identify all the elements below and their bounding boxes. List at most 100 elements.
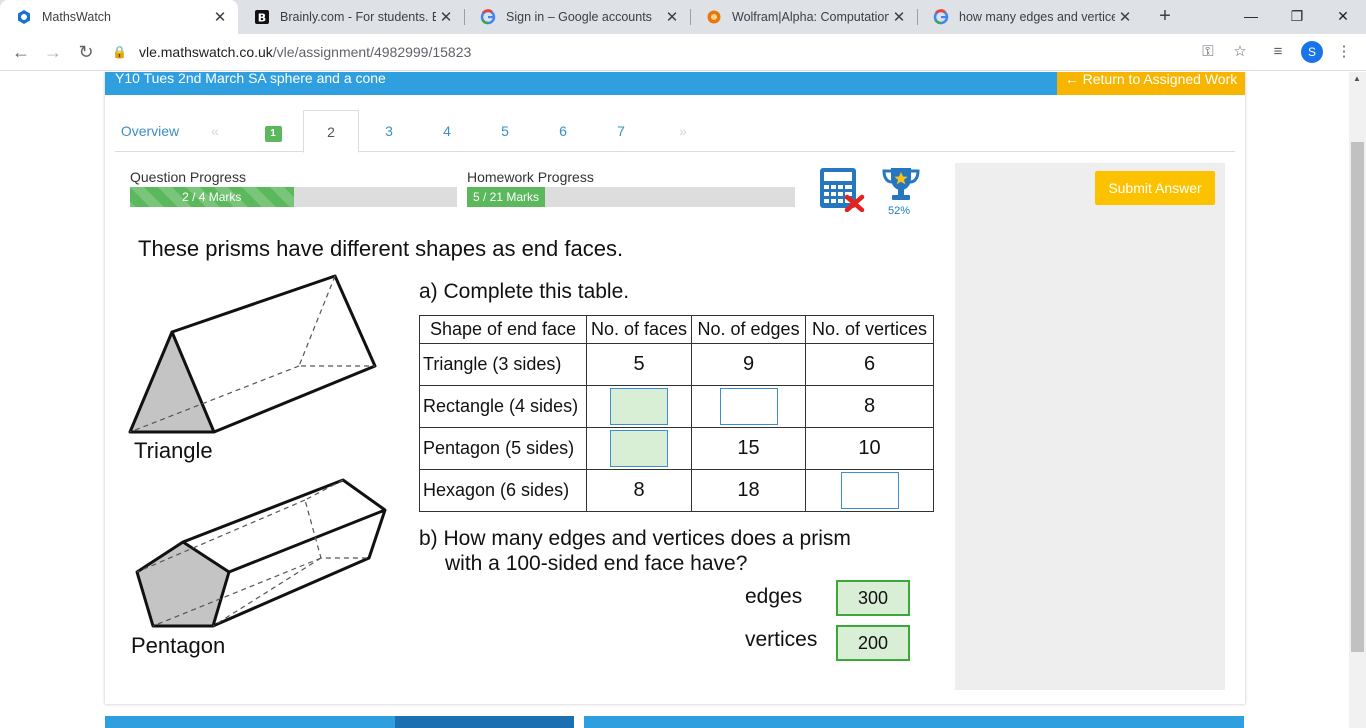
triangular-prism-diagram: [127, 274, 379, 434]
shape-cell: Triangle (3 sides): [419, 343, 587, 386]
part-b-line-1: b) How many edges and vertices does a pr…: [419, 527, 851, 550]
edges-answer-input[interactable]: 300: [836, 580, 910, 616]
tab-next[interactable]: »: [673, 110, 693, 152]
browser-tab-title: Sign in – Google accounts: [506, 10, 652, 24]
prism-table: Shape of end face No. of faces No. of ed…: [419, 315, 935, 512]
faces-cell: 8: [585, 469, 693, 512]
question-tabs: Overview « 1 2 3 4 5 6 7 »: [115, 110, 1235, 153]
assignment-header: Y10 Tues 2nd March SA sphere and a cone …: [105, 72, 1245, 95]
question-progress-fill: 2 / 4 Marks: [130, 187, 294, 207]
svg-text:B: B: [258, 12, 266, 25]
tab-question-2[interactable]: 2: [303, 110, 359, 153]
scroll-up-icon[interactable]: ▲: [1353, 74, 1361, 83]
tab-question-4[interactable]: 4: [429, 110, 465, 152]
browser-tab-mathswatch[interactable]: MathsWatch ✕: [0, 0, 238, 34]
edges-cell: 18: [691, 469, 807, 512]
forward-icon[interactable]: →: [40, 39, 66, 65]
faces-cell: 5: [585, 343, 693, 386]
return-to-assigned-work-button[interactable]: ← Return to Assigned Work: [1057, 72, 1245, 95]
browser-tab-title: MathsWatch: [42, 10, 112, 24]
minimize-icon[interactable]: —: [1228, 0, 1274, 34]
address-bar-row: ← → ↻ 🔒 vle.mathswatch.co.uk/vle/assignm…: [0, 34, 1366, 71]
homework-progress-label: Homework Progress: [467, 169, 594, 185]
faces-answer-input[interactable]: [610, 430, 669, 467]
mathswatch-icon: [16, 9, 32, 25]
faces-cell: [585, 385, 693, 428]
part-b-line-2: with a 100-sided end face have?: [445, 552, 748, 575]
question-progress-bar: 2 / 4 Marks: [130, 187, 457, 207]
page-scrollbar[interactable]: ▲: [1349, 72, 1366, 728]
tab-question-1[interactable]: 1: [255, 110, 291, 152]
google-icon: [933, 9, 949, 25]
faces-cell: [585, 427, 693, 470]
tab-question-7[interactable]: 7: [603, 110, 639, 152]
vertices-cell: 8: [805, 385, 935, 428]
question-intro: These prisms have different shapes as en…: [138, 236, 624, 261]
lock-icon: 🔒: [112, 45, 127, 59]
browser-tab-google-search[interactable]: how many edges and vertices does a ✕: [917, 0, 1143, 34]
edges-cell: 15: [691, 427, 807, 470]
page-viewport: Y10 Tues 2nd March SA sphere and a cone …: [0, 72, 1366, 728]
trophy-icon[interactable]: [881, 166, 921, 202]
footer-strip: [105, 716, 395, 728]
shape-cell: Hexagon (6 sides): [419, 469, 587, 512]
tab-question-5[interactable]: 5: [487, 110, 523, 152]
footer-strip: [395, 716, 574, 728]
homework-progress-fill: 5 / 21 Marks: [467, 187, 546, 207]
media-queue-icon[interactable]: ≡: [1266, 40, 1290, 64]
tab-question-6[interactable]: 6: [545, 110, 581, 152]
close-tab-icon[interactable]: ✕: [662, 8, 682, 26]
assignment-card: Y10 Tues 2nd March SA sphere and a cone …: [105, 72, 1245, 704]
browser-tab-bar: MathsWatch ✕ B Brainly.com - For student…: [0, 0, 1366, 34]
close-tab-icon[interactable]: ✕: [436, 8, 456, 26]
browser-tab-wolfram[interactable]: Wolfram|Alpha: Computational Intelligenc…: [690, 0, 917, 34]
browser-tab-google-signin[interactable]: Sign in – Google accounts ✕: [464, 0, 690, 34]
vertices-cell: [805, 469, 935, 512]
footer-strip: [584, 716, 1244, 728]
table-header: No. of edges: [691, 315, 807, 344]
browser-tab-brainly[interactable]: B Brainly.com - For students. By student…: [238, 0, 464, 34]
assignment-title: Y10 Tues 2nd March SA sphere and a cone: [115, 72, 386, 86]
homework-progress-bar: 5 / 21 Marks: [467, 187, 795, 207]
pentagonal-prism-diagram: [133, 478, 389, 630]
restore-icon[interactable]: ❐: [1274, 0, 1320, 34]
scrollbar-thumb[interactable]: [1351, 142, 1364, 652]
brainly-icon: B: [254, 9, 270, 25]
reload-icon[interactable]: ↻: [73, 39, 99, 65]
table-header: No. of vertices: [805, 315, 935, 344]
bookmark-star-icon[interactable]: ☆: [1228, 40, 1252, 64]
completed-badge: 1: [264, 126, 282, 142]
vertices-answer-input[interactable]: [840, 472, 899, 509]
edges-cell: 9: [691, 343, 807, 386]
question-progress-label: Question Progress: [130, 169, 246, 185]
trophy-percentage: 52%: [888, 205, 911, 217]
table-header: No. of faces: [585, 315, 693, 344]
back-icon[interactable]: ←: [8, 39, 34, 65]
vertices-answer-input[interactable]: 200: [836, 625, 910, 661]
vertices-label: vertices: [745, 628, 818, 651]
url-field[interactable]: 🔒 vle.mathswatch.co.uk/vle/assignment/49…: [112, 38, 1262, 66]
table-row: Pentagon (5 sides) 15 10: [419, 427, 935, 470]
window-close-icon[interactable]: ✕: [1320, 0, 1366, 34]
avatar[interactable]: S: [1301, 41, 1323, 63]
key-icon[interactable]: ⚿: [1196, 40, 1220, 64]
close-tab-icon[interactable]: ✕: [210, 8, 230, 26]
tab-overview[interactable]: Overview: [115, 110, 185, 152]
menu-kebab-icon[interactable]: ⋮: [1332, 40, 1356, 64]
close-tab-icon[interactable]: ✕: [1115, 8, 1135, 26]
vertices-cell: 6: [805, 343, 935, 386]
tab-question-3[interactable]: 3: [371, 110, 407, 152]
triangle-label: Triangle: [134, 438, 213, 463]
calculator-not-allowed-icon: [818, 166, 866, 213]
submit-answer-button[interactable]: Submit Answer: [1095, 171, 1215, 205]
google-icon: [480, 9, 496, 25]
table-row: Triangle (3 sides) 5 9 6: [419, 343, 935, 386]
close-tab-icon[interactable]: ✕: [889, 8, 909, 26]
shape-cell: Rectangle (4 sides): [419, 385, 587, 428]
edges-answer-input[interactable]: [719, 388, 778, 425]
faces-answer-input[interactable]: [610, 388, 669, 425]
new-tab-button[interactable]: +: [1154, 6, 1176, 28]
url-path: /vle/assignment/4982999/15823: [272, 44, 472, 60]
tab-prev[interactable]: «: [205, 110, 225, 152]
vertices-cell: 10: [805, 427, 935, 470]
